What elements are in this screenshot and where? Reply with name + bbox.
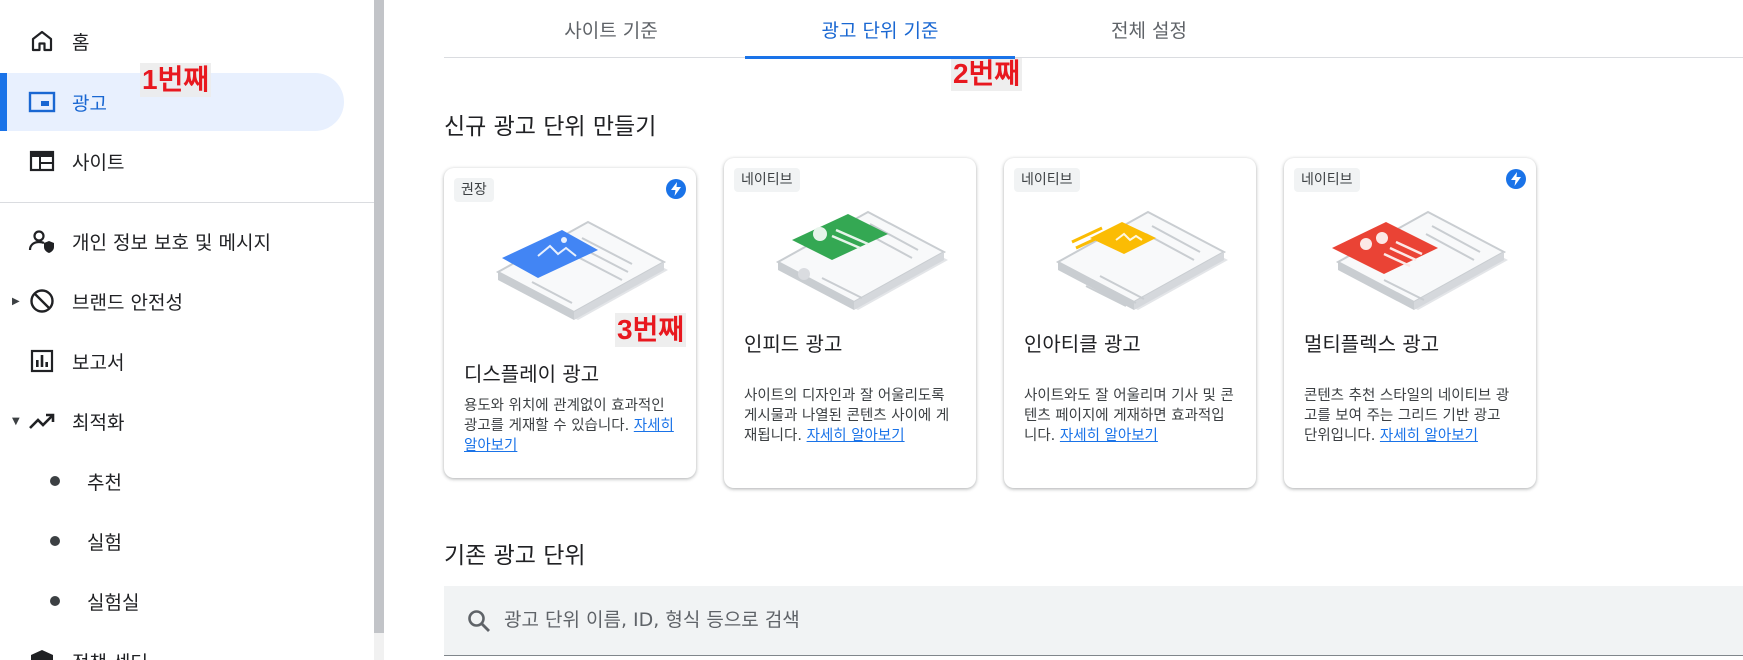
sidebar-item-reports[interactable]: 보고서 — [0, 332, 344, 390]
sidebar-item-label: 사이트 — [72, 151, 125, 174]
policy-icon — [28, 647, 56, 660]
native-chip: 네이티브 — [734, 168, 800, 192]
sidebar-item-home[interactable]: 홈 — [0, 12, 344, 70]
sidebar-item-optimization[interactable]: ▼ 최적화 — [0, 392, 344, 450]
in-feed-ad-illustration — [775, 210, 948, 310]
new-ad-unit-heading: 신규 광고 단위 만들기 — [444, 114, 657, 140]
in-article-ads-card[interactable]: 네이티브 인아티클 광고 사이트와도 잘 어울리며 기사 및 콘텐츠 페이지에 … — [1004, 158, 1256, 488]
in-article-ad-illustration — [1055, 210, 1228, 310]
learn-more-link[interactable]: 자세히 알아보기 — [1380, 428, 1478, 444]
in-feed-ads-card[interactable]: 네이티브 인피드 광고 사이트의 디자인과 잘 어울리도록 게시물과 나열된 콘… — [724, 158, 976, 488]
sidebar-item-label: 브랜드 안전성 — [72, 291, 183, 314]
sidebar-item-privacy[interactable]: 개인 정보 보호 및 메시지 — [0, 212, 344, 270]
multiplex-ads-card[interactable]: 네이티브 멀티플렉스 광고 콘텐츠 추천 스타일의 네이티브 광고를 보여 주는… — [1284, 158, 1536, 488]
sidebar-item-label: 보고서 — [72, 351, 125, 374]
card-description: 사이트와도 잘 어울리며 기사 및 콘텐츠 페이지에 게재하면 효과적입니다. … — [1024, 386, 1236, 446]
bolt-icon — [666, 179, 686, 199]
sidebar-scrollbar-track — [374, 633, 384, 660]
card-description: 콘텐츠 추천 스타일의 네이티브 광고를 보여 주는 그리드 기반 광고 단위입… — [1304, 386, 1516, 446]
trending-icon — [28, 407, 56, 435]
learn-more-link[interactable]: 자세히 알아보기 — [807, 428, 905, 444]
recommended-chip: 권장 — [454, 178, 494, 202]
annotation-second: 2번째 — [951, 57, 1023, 91]
sidebar-scrollbar[interactable] — [374, 0, 384, 633]
card-title: 인피드 광고 — [744, 332, 843, 356]
annotation-first: 1번째 — [140, 63, 212, 97]
ad-unit-search-input[interactable] — [504, 600, 1404, 640]
sidebar-item-experiments[interactable]: 실험 — [0, 512, 344, 570]
bolt-icon — [1506, 169, 1526, 189]
multiplex-ad-illustration — [1332, 210, 1508, 310]
sidebar-item-sites[interactable]: 사이트 — [0, 132, 344, 190]
tab-by-ad-unit[interactable]: 광고 단위 기준 — [745, 0, 1015, 59]
card-description: 용도와 위치에 관계없이 효과적인 광고를 게재할 수 있습니다. 자세히 알아… — [464, 396, 676, 456]
sidebar-item-label: 추천 — [87, 471, 122, 494]
native-chip: 네이티브 — [1294, 168, 1360, 192]
reports-icon — [28, 347, 56, 375]
sidebar-item-labs[interactable]: 실험실 — [0, 572, 344, 630]
tab-bar: 사이트 기준 광고 단위 기준 전체 설정 — [444, 0, 1743, 59]
sidebar-divider — [0, 202, 374, 203]
native-chip: 네이티브 — [1014, 168, 1080, 192]
card-title: 인아티클 광고 — [1024, 332, 1141, 356]
card-title: 디스플레이 광고 — [464, 362, 600, 386]
sidebar-item-label: 홈 — [72, 31, 90, 54]
sidebar-item-label: 실험 — [87, 531, 122, 554]
search-icon — [466, 608, 492, 634]
bullet-icon — [50, 596, 60, 606]
block-icon — [28, 287, 56, 315]
card-title: 멀티플렉스 광고 — [1304, 332, 1440, 356]
privacy-icon — [28, 227, 56, 255]
caret-down-icon[interactable]: ▼ — [12, 416, 20, 427]
tab-by-site[interactable]: 사이트 기준 — [500, 0, 722, 58]
caret-right-icon[interactable]: ▶ — [12, 296, 20, 307]
learn-more-link[interactable]: 자세히 알아보기 — [1060, 428, 1158, 444]
sidebar-item-label: 광고 — [72, 92, 107, 115]
sidebar-item-recommendations[interactable]: 추천 — [0, 452, 344, 510]
sidebar-item-label: 실험실 — [87, 591, 140, 614]
sidebar-item-brand-safety[interactable]: ▶ 브랜드 안전성 — [0, 272, 344, 330]
existing-ad-units-heading: 기존 광고 단위 — [444, 543, 586, 569]
annotation-third: 3번째 — [615, 313, 687, 347]
sidebar-item-label: 개인 정보 보호 및 메시지 — [72, 231, 271, 254]
sidebar-item-label: 최적화 — [72, 411, 125, 434]
tab-global-settings[interactable]: 전체 설정 — [1036, 0, 1262, 58]
sidebar-item-policy-center[interactable]: 정책 센터 — [0, 632, 344, 660]
ad-unit-search-bar[interactable] — [444, 586, 1743, 656]
sidebar: 홈 광고 사이트 개인 정보 보호 및 메시지 ▶ 브랜드 안전성 보고서 ▼ — [0, 0, 374, 660]
card-description: 사이트의 디자인과 잘 어울리도록 게시물과 나열된 콘텐츠 사이에 게재됩니다… — [744, 386, 956, 446]
bullet-icon — [50, 536, 60, 546]
sites-icon — [28, 147, 56, 175]
sidebar-item-label: 정책 센터 — [72, 648, 148, 660]
bullet-icon — [50, 476, 60, 486]
ads-icon — [28, 88, 56, 116]
home-icon — [28, 27, 56, 55]
